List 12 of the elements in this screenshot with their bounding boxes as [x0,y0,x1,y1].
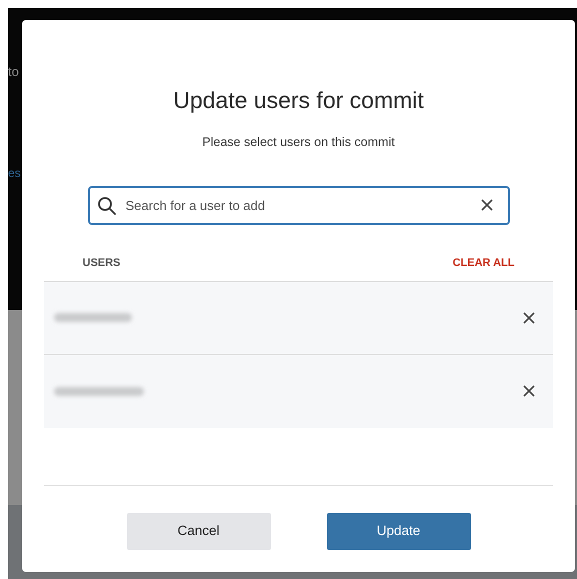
dialog-title: Update users for commit [173,87,424,115]
remove-user-button[interactable] [523,385,535,398]
search-field[interactable]: Search for a user to add [88,186,510,226]
background-text: to [8,63,19,81]
cancel-button[interactable]: Cancel [126,513,270,550]
search-icon [96,196,116,216]
dialog-subtitle: Please select users on this commit [202,134,395,151]
remove-user-button[interactable] [523,312,535,324]
update-button[interactable]: Update [326,513,470,550]
clear-search-button[interactable] [480,199,492,212]
users-header: USERS [82,256,120,272]
clear-all-link[interactable]: CLEAR ALL [452,255,514,272]
